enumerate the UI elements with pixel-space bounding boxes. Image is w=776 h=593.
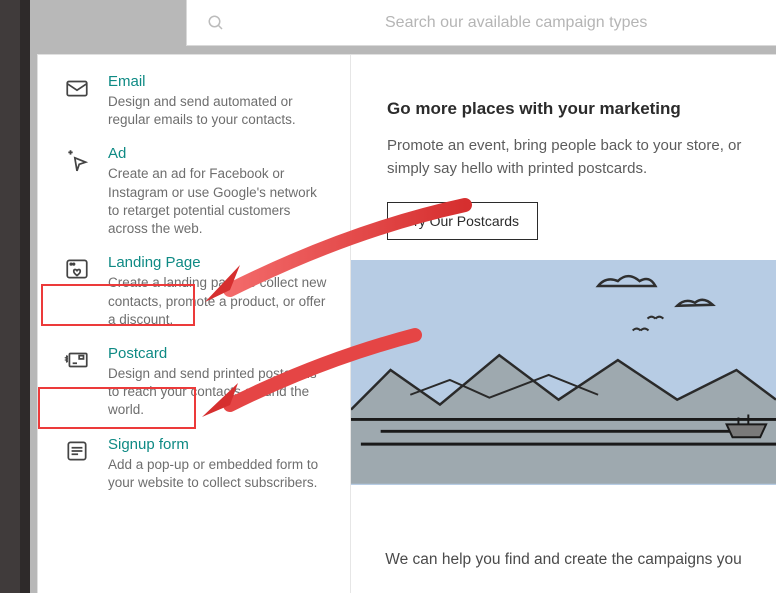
list-item-email[interactable]: Email Design and send automated or regul…	[58, 67, 338, 139]
form-icon	[64, 438, 90, 464]
annotation-arrow-landing	[190, 190, 480, 320]
postcard-icon	[64, 347, 90, 373]
envelope-icon	[64, 75, 90, 101]
bottom-help-text: We can help you find and create the camp…	[351, 551, 776, 569]
icon-wrap	[60, 145, 94, 238]
search-icon	[207, 14, 225, 32]
promo-desc: Promote an event, bring people back to y…	[387, 135, 776, 180]
promo-title: Go more places with your marketing	[387, 99, 776, 119]
promo-panel: Go more places with your marketing Promo…	[351, 55, 776, 593]
icon-wrap	[60, 345, 94, 420]
cursor-sparkle-icon	[64, 147, 90, 173]
item-title[interactable]: Email	[108, 73, 328, 90]
list-item-signup-form[interactable]: Signup form Add a pop-up or embedded for…	[58, 430, 338, 502]
icon-wrap	[60, 73, 94, 129]
item-title[interactable]: Ad	[108, 145, 328, 162]
annotation-arrow-postcard	[190, 325, 430, 435]
item-desc: Add a pop-up or embedded form to your we…	[108, 456, 328, 492]
campaign-type-list: Email Design and send automated or regul…	[38, 55, 351, 593]
window-heart-icon	[64, 256, 90, 282]
item-desc: Design and send automated or regular ema…	[108, 93, 328, 129]
icon-wrap	[60, 436, 94, 492]
icon-wrap	[60, 254, 94, 329]
search-placeholder: Search our available campaign types	[385, 14, 647, 32]
item-title[interactable]: Signup form	[108, 436, 328, 453]
search-bar[interactable]: Search our available campaign types	[186, 0, 776, 46]
campaign-panel: Email Design and send automated or regul…	[37, 54, 776, 593]
